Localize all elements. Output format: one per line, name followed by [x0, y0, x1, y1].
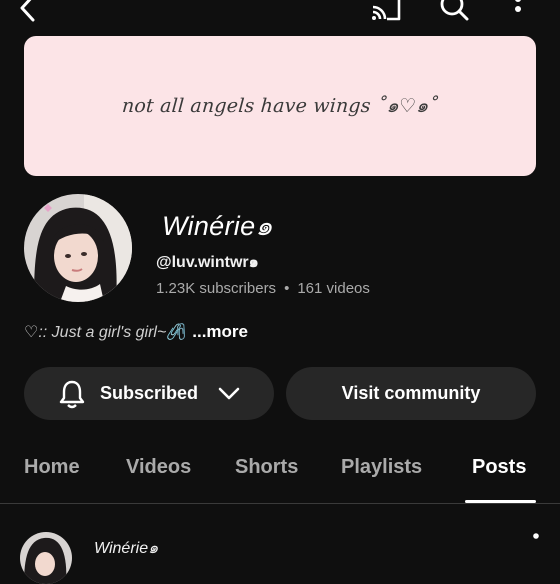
post-more-icon[interactable] [522, 528, 550, 560]
stats-separator: • [284, 280, 290, 297]
channel-description[interactable]: ♡:: Just a girl's girl~🖇️ ...more [24, 322, 248, 342]
tabs-divider [0, 503, 560, 504]
subscriber-count: 1.23K subscribers [156, 280, 277, 297]
subscribed-label: Subscribed [99, 383, 199, 403]
post-author-avatar[interactable] [20, 532, 72, 584]
channel-name: Winérie๑ [162, 211, 273, 241]
channel-tabs: Home Videos Shorts Playlists Posts [0, 440, 560, 504]
post-author-name[interactable]: Winérie๑ [94, 536, 158, 561]
tab-playlists[interactable]: Playlists [341, 456, 422, 479]
search-icon[interactable] [436, 0, 472, 24]
description-text: ♡:: Just a girl's girl~🖇️ [24, 324, 187, 341]
tab-home[interactable]: Home [24, 456, 80, 479]
back-arrow-icon[interactable] [12, 0, 44, 24]
subscribed-button[interactable]: Subscribed [24, 367, 274, 420]
banner-text: not all angels have wings ˚๑♡๑˚ [121, 95, 439, 117]
tab-posts[interactable]: Posts [472, 456, 526, 479]
channel-stats: 1.23K subscribers • 161 videos [156, 280, 370, 297]
channel-avatar[interactable] [24, 194, 132, 302]
video-count: 161 videos [297, 280, 370, 297]
cast-icon[interactable] [368, 0, 404, 24]
visit-community-button[interactable]: Visit community [286, 367, 536, 420]
bell-icon [58, 379, 86, 409]
visit-community-label: Visit community [341, 383, 481, 403]
tab-videos[interactable]: Videos [126, 456, 191, 479]
channel-handle: @luv.wintwr๑ [156, 254, 259, 271]
channel-banner: not all angels have wings ˚๑♡๑˚ [24, 36, 536, 176]
more-vert-icon[interactable] [502, 0, 534, 24]
more-link[interactable]: ...more [192, 322, 248, 342]
chevron-down-icon [218, 387, 240, 401]
tab-shorts[interactable]: Shorts [235, 456, 298, 479]
